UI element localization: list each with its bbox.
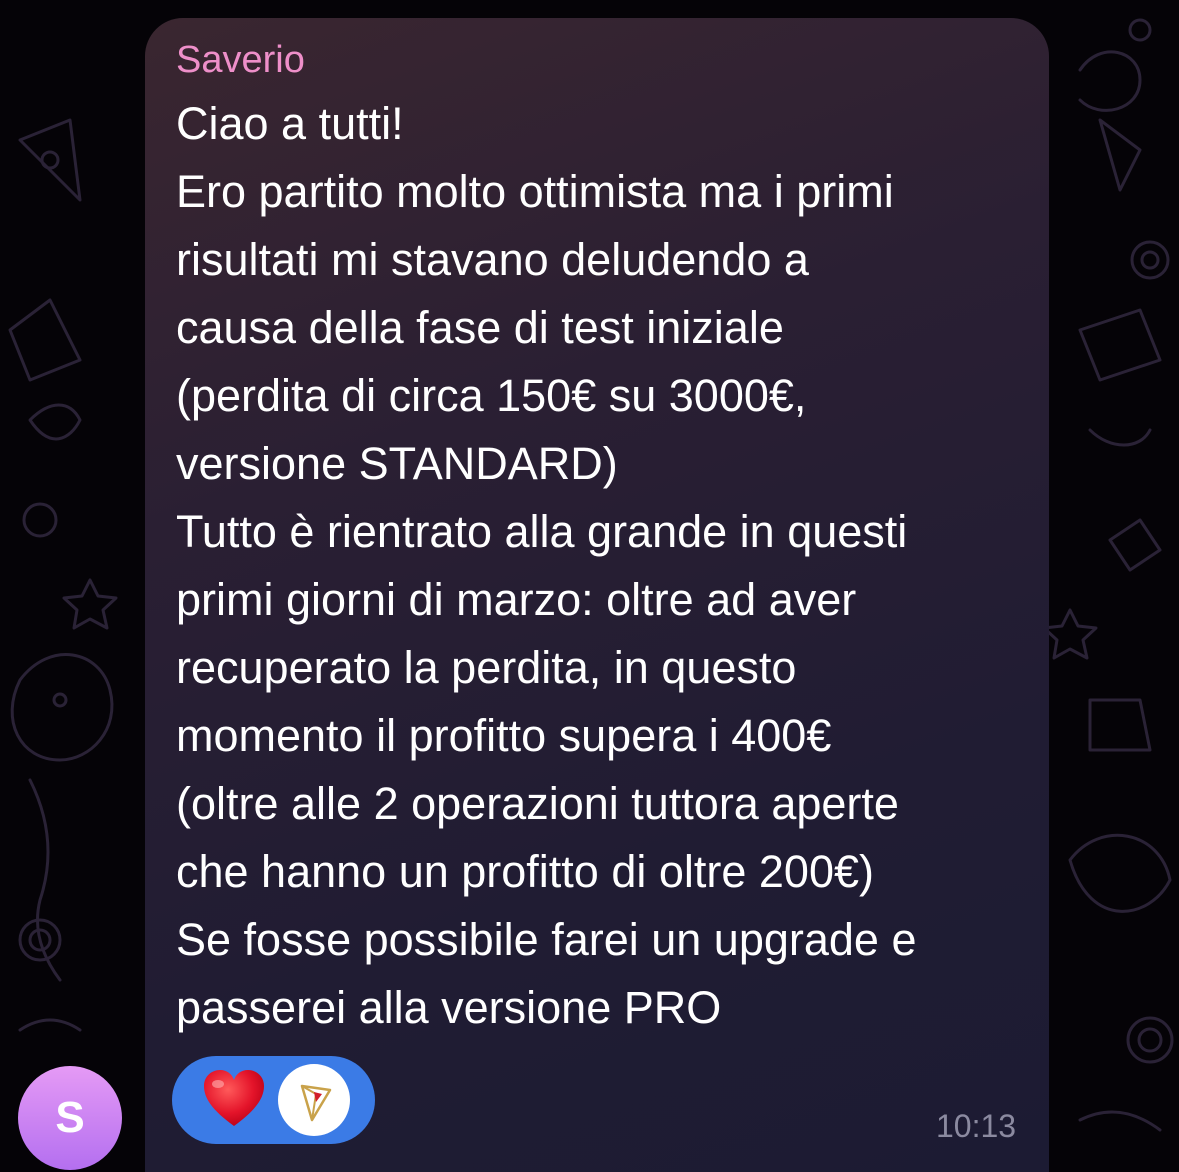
- message-line: che hanno un profitto di oltre 200€): [176, 846, 874, 897]
- message-line: primi giorni di marzo: oltre ad aver: [176, 574, 857, 625]
- message-text: Ciao a tutti! Ero partito molto ottimist…: [176, 90, 1036, 1042]
- message-line: momento il profitto supera i 400€: [176, 710, 832, 761]
- message-line: Tutto è rientrato alla grande in questi: [176, 506, 908, 557]
- sender-name[interactable]: Saverio: [176, 38, 305, 82]
- reactor-avatar-icon[interactable]: [278, 1064, 350, 1136]
- message-line: (oltre alle 2 operazioni tuttora aperte: [176, 778, 899, 829]
- message-line: Ciao a tutti!: [176, 98, 404, 149]
- message-timestamp: 10:13: [936, 1108, 1017, 1144]
- message-line: risultati mi stavano deludendo a: [176, 234, 809, 285]
- reaction-pill[interactable]: [172, 1056, 375, 1144]
- message-line: (perdita di circa 150€ su 3000€,: [176, 370, 807, 421]
- message-line: recuperato la perdita, in questo: [176, 642, 797, 693]
- sender-avatar[interactable]: S: [18, 1066, 122, 1170]
- message-line: passerei alla versione PRO: [176, 982, 722, 1033]
- message-line: causa della fase di test iniziale: [176, 302, 784, 353]
- message-line: Se fosse possibile farei un upgrade e: [176, 914, 917, 965]
- message-line: versione STANDARD): [176, 438, 618, 489]
- message-line: Ero partito molto ottimista ma i primi: [176, 166, 894, 217]
- red-heart-icon: [204, 1070, 264, 1126]
